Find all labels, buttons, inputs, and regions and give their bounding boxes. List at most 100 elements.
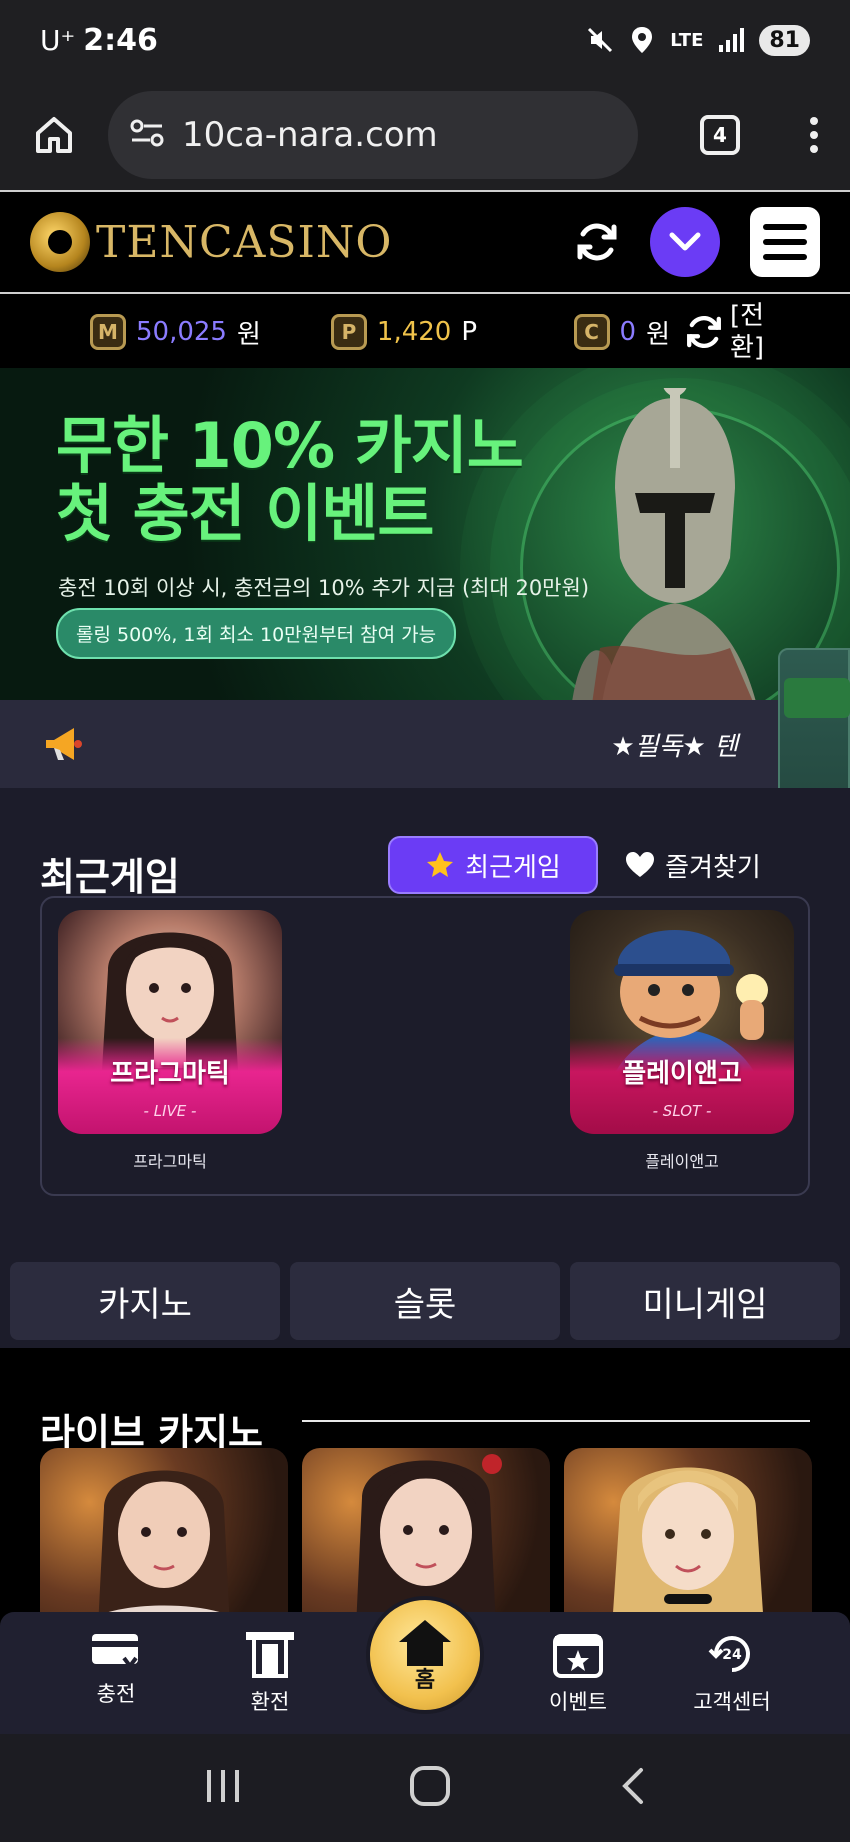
nav-support-label: 고객센터 — [693, 1690, 771, 1714]
nav-exchange[interactable]: 환전 — [210, 1630, 330, 1716]
live-game-card[interactable] — [564, 1448, 812, 1612]
game-card-playngo[interactable]: 플레이앤고 - SLOT - 플레이앤고 — [570, 910, 794, 1172]
clock: 2:46 — [83, 22, 158, 58]
dealer-portrait-icon — [356, 1454, 502, 1612]
tab-favorites-label: 즐겨찾기 — [665, 852, 761, 883]
url-text: 10ca-nara.com — [182, 115, 438, 155]
game-thumbnail[interactable]: 프라그마틱 - LIVE - — [58, 910, 282, 1134]
game-card-pragmatic[interactable]: 프라그마틱 - LIVE - 프라그마틱 — [58, 910, 282, 1172]
network-type: LTE — [670, 29, 704, 51]
money-icon: M — [90, 314, 126, 350]
nav-home-button[interactable]: 홈 — [366, 1596, 484, 1714]
location-icon — [628, 26, 656, 54]
calendar-star-icon — [553, 1634, 603, 1678]
live-casino-section: 라이브 카지노 — [0, 1348, 850, 1612]
side-widget-tab[interactable] — [784, 678, 850, 718]
system-home-icon[interactable] — [409, 1765, 451, 1811]
system-navigation-bar — [0, 1734, 850, 1842]
tab-minigame[interactable]: 미니게임 — [570, 1262, 840, 1340]
exchange-label: [전환] — [730, 301, 765, 363]
notice-bar[interactable]: ★필독★ 텐 — [0, 700, 778, 788]
exchange-refresh-icon — [687, 315, 721, 349]
nav-charge[interactable]: 충전 — [56, 1630, 176, 1708]
coin-unit: 원 — [646, 319, 670, 350]
star-icon — [427, 852, 454, 877]
spartan-knight-illustration — [572, 388, 756, 700]
nav-event[interactable]: 이벤트 — [518, 1630, 638, 1716]
banner-condition-pill: 롤링 500%, 1회 최소 10만원부터 참여 가능 — [56, 608, 457, 659]
support-24h-icon: 24 — [708, 1636, 750, 1672]
nav-home-label: 홈 — [414, 1668, 436, 1693]
site-logo[interactable]: TENCASINO — [30, 212, 393, 272]
nav-support[interactable]: 24 고객센터 — [672, 1630, 792, 1716]
card-charge-icon — [92, 1634, 138, 1670]
exchange-button[interactable]: [전환] — [684, 300, 765, 364]
game-thumbnail[interactable]: 플레이앤고 - SLOT - — [570, 910, 794, 1134]
coin-value: 0 — [619, 317, 637, 347]
coin-icon: C — [573, 314, 610, 350]
site-settings-icon[interactable] — [130, 118, 164, 152]
game-card-title: 프라그마틱 — [110, 1059, 230, 1089]
carrier-label: U⁺ — [40, 23, 76, 57]
tab-favorites[interactable]: 즐겨찾기 — [598, 836, 788, 894]
tab-casino[interactable]: 카지노 — [10, 1262, 280, 1340]
logo-emblem-icon — [30, 212, 90, 272]
site-header: TENCASINO — [0, 190, 850, 294]
point-balance: P 1,420 P — [330, 314, 478, 350]
live-game-card[interactable] — [302, 1448, 550, 1612]
atm-withdraw-icon — [246, 1632, 294, 1678]
account-dropdown-button[interactable] — [650, 207, 720, 277]
tab-slot[interactable]: 슬롯 — [290, 1262, 560, 1340]
browser-toolbar: 10ca-nara.com 4 — [0, 80, 850, 190]
hamburger-menu-button[interactable] — [750, 207, 820, 277]
signal-icon — [717, 26, 745, 54]
section-divider — [302, 1420, 810, 1422]
tab-recent-games[interactable]: 최근게임 — [388, 836, 598, 894]
balance-bar: M 50,025 원 P 1,420 P C 0 원 [전환] — [0, 296, 850, 368]
category-tabs: 카지노 슬롯 미니게임 — [10, 1262, 840, 1340]
game-card-tag: - LIVE - — [143, 1102, 197, 1120]
nav-charge-label: 충전 — [96, 1682, 136, 1706]
chevron-down-icon — [669, 232, 701, 251]
game-card-tag: - SLOT - — [652, 1102, 712, 1120]
money-value: 50,025 — [136, 317, 227, 347]
nav-event-label: 이벤트 — [549, 1690, 607, 1714]
megaphone-icon — [40, 720, 88, 768]
game-caption: 프라그마틱 — [133, 1152, 207, 1171]
point-unit: P — [461, 317, 478, 347]
status-bar: U⁺ 2:46 LTE 81 — [0, 0, 850, 80]
address-bar[interactable]: 10ca-nara.com — [108, 91, 638, 179]
nav-exchange-label: 환전 — [250, 1690, 290, 1714]
home-icon — [399, 1620, 451, 1666]
live-game-card[interactable] — [40, 1448, 288, 1612]
coin-balance: C 0 원 — [573, 314, 670, 351]
logo-text: TENCASINO — [96, 216, 393, 268]
money-balance: M 50,025 원 — [90, 314, 261, 351]
dealer-portrait-icon — [613, 1467, 763, 1612]
back-icon[interactable] — [617, 1766, 647, 1810]
recent-favorites-toggle: 최근게임 즐겨찾기 — [388, 836, 788, 894]
refresh-icon[interactable] — [574, 219, 620, 265]
game-card-title: 플레이앤고 — [622, 1059, 742, 1089]
recent-apps-icon[interactable] — [203, 1768, 243, 1808]
tab-recent-label: 최근게임 — [465, 852, 561, 883]
notice-marquee-text: ★필독★ 텐 — [611, 731, 738, 762]
point-icon: P — [330, 314, 367, 350]
battery-indicator: 81 — [759, 24, 810, 56]
mute-icon — [586, 26, 614, 54]
money-unit: 원 — [236, 319, 261, 350]
dealer-portrait-icon — [98, 1470, 230, 1612]
heart-icon — [626, 852, 655, 877]
game-caption: 플레이앤고 — [645, 1152, 719, 1171]
svg-text:24: 24 — [722, 1647, 742, 1663]
banner-subtitle: 충전 10회 이상 시, 충전금의 10% 추가 지급 (최대 20만원) — [58, 576, 590, 600]
recent-games-title: 최근게임 — [40, 855, 180, 899]
recent-games-list: 프라그마틱 - LIVE - 프라그마틱 플레이앤고 - SLOT - 플레이앤… — [40, 896, 810, 1196]
browser-home-icon[interactable] — [30, 111, 78, 159]
banner-title-line1: 무한 10% 카지노 — [56, 409, 524, 482]
tab-switcher-button[interactable]: 4 — [700, 115, 740, 155]
browser-menu-icon[interactable] — [810, 117, 820, 153]
point-value: 1,420 — [376, 317, 452, 347]
banner-title-line2: 첫 충전 이벤트 — [56, 477, 434, 550]
promo-banner[interactable]: 무한 10% 카지노 첫 충전 이벤트 충전 10회 이상 시, 충전금의 10… — [0, 368, 850, 700]
